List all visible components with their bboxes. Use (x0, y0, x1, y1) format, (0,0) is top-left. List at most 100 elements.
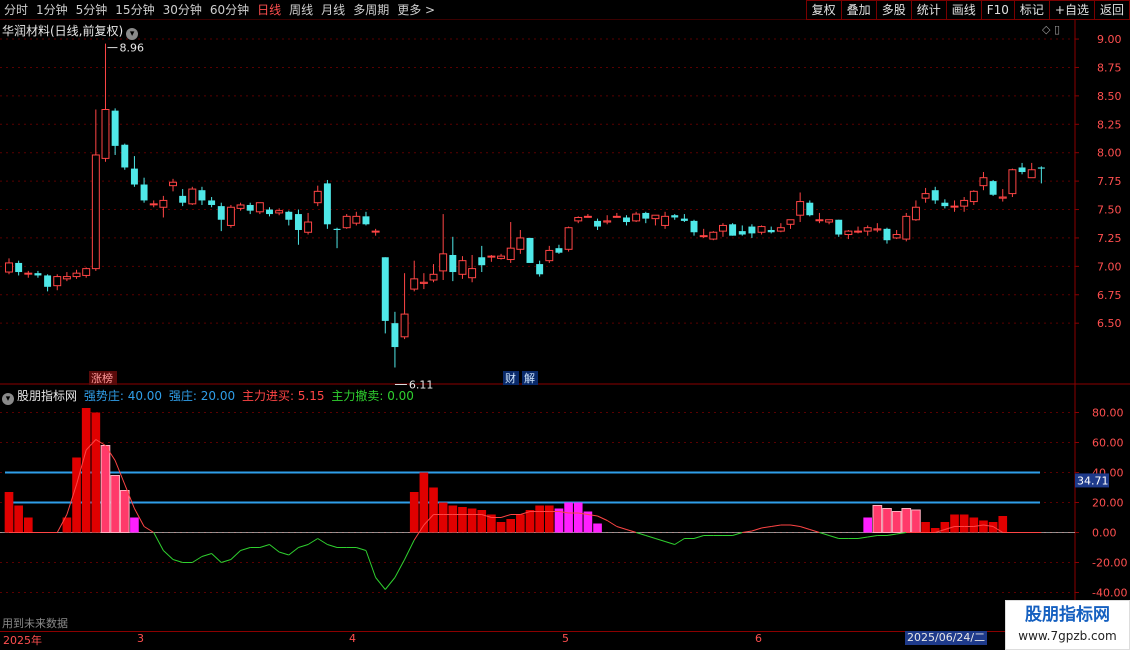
buy-line-segment (790, 524, 801, 527)
candle-body (854, 230, 863, 233)
candle-body (911, 206, 920, 221)
indicator-bar (959, 514, 969, 533)
candle-body (1008, 169, 1017, 195)
candle-body (304, 221, 313, 233)
candle-body (371, 230, 380, 233)
price-tick-label: 7.50 (1097, 204, 1122, 217)
candle-body (642, 212, 650, 219)
indicator-bar (496, 522, 506, 533)
date-label: 6 (755, 632, 762, 645)
candle-body (429, 273, 438, 281)
date-label: 3 (137, 632, 144, 645)
candle-body (555, 248, 563, 253)
candle-body (391, 323, 399, 348)
candle-body (217, 206, 225, 220)
indicator-bar (573, 502, 583, 533)
candle-body (671, 215, 679, 218)
legend-mid: 强庄: 20.00 (168, 389, 236, 403)
buy-line-segment (597, 515, 608, 521)
price-tick-label: 8.75 (1097, 61, 1122, 74)
indicator-bar (979, 520, 988, 533)
panel-icons[interactable]: ◇ ▯ (1042, 23, 1060, 36)
buy-line-segment (240, 547, 251, 551)
chevron-down-icon[interactable]: ▾ (2, 393, 14, 405)
date-label: 4 (349, 632, 356, 645)
candle-body (419, 281, 428, 284)
candle-body (323, 183, 331, 225)
stock-title[interactable]: 华润材料(日线,前复权) ▾ (2, 22, 139, 40)
indicator-bar (81, 408, 91, 533)
buy-line-segment (153, 532, 164, 551)
buy-line-segment (365, 550, 377, 578)
watermark-url: www.7gpzb.com (1018, 629, 1117, 643)
buy-line-segment (288, 547, 299, 556)
candle-body (487, 255, 496, 258)
indicator-bar (863, 517, 873, 533)
candle-body (111, 110, 119, 146)
candle-body (121, 144, 129, 168)
price-tick-label: 8.00 (1097, 147, 1122, 160)
indicator-bar (593, 523, 602, 533)
candle-body (1037, 167, 1045, 169)
stock-title-label: 华润材料(日线,前复权) (2, 24, 124, 38)
buy-line-segment (857, 536, 868, 539)
candle-body (410, 278, 419, 290)
candle-body (1018, 167, 1026, 173)
candle-body (333, 228, 341, 230)
candle-body (796, 201, 805, 216)
buy-line-segment (269, 544, 280, 553)
candle-body (989, 181, 997, 195)
buy-line-segment (664, 541, 675, 545)
indicator-bar (882, 508, 892, 533)
buy-line-segment (327, 544, 338, 548)
kline-chart[interactable]: 9.00 8.75 8.50 8.25 8.00 7.75 7.50 7.25 7.00 6.75… (0, 0, 1130, 650)
price-tick-label: 7.25 (1097, 232, 1122, 245)
indicator-tick-label: 0.00 (1092, 527, 1117, 540)
chevron-down-icon[interactable]: ▾ (126, 28, 139, 40)
candle-body (969, 190, 978, 203)
current-value-label: 34.71 (1077, 474, 1109, 487)
candle-body (478, 257, 486, 266)
indicator-bar (988, 522, 998, 533)
indicator-bar (4, 492, 14, 533)
indicator-bar (438, 502, 448, 533)
buy-line-segment (298, 544, 309, 548)
indicator-header[interactable]: ▾ 股朋指标网 强势庄: 40.00 强庄: 20.00 主力进买: 5.15 主… (2, 387, 414, 405)
candle-body (381, 257, 389, 321)
candle-body (5, 262, 13, 273)
buy-line-segment (356, 547, 367, 551)
candle-body (536, 264, 544, 275)
buy-line-segment (201, 553, 212, 557)
buy-line-segment (886, 533, 897, 536)
candle-body (998, 196, 1007, 199)
indicator-bar (516, 514, 525, 533)
buy-line-segment (616, 526, 627, 530)
buy-line-segment (771, 524, 781, 527)
candle-body (931, 190, 939, 201)
buy-line-segment (828, 535, 839, 539)
candle-body (709, 231, 718, 240)
buy-line-segment (384, 577, 396, 590)
candle-body (62, 276, 71, 280)
buy-line-segment (192, 556, 203, 563)
indicator-bar (419, 472, 429, 533)
candle-body (632, 213, 641, 222)
candle-body (825, 219, 834, 223)
candle-body (892, 234, 901, 239)
candle-body (806, 202, 814, 216)
indicator-bar (921, 522, 930, 533)
buy-line-segment (500, 514, 511, 518)
price-tick-label: 8.25 (1097, 118, 1122, 131)
indicator-bar (477, 510, 487, 533)
candle-body (883, 228, 891, 241)
indicator-bar (535, 505, 544, 533)
candle-body (564, 227, 573, 250)
candle-body (835, 219, 843, 235)
legend-buy: 主力进买: 5.15 (241, 389, 325, 403)
indicator-bar (110, 475, 120, 533)
date-label: 2025年 (3, 634, 42, 647)
buy-line-segment (751, 527, 762, 532)
buy-line-segment (645, 535, 656, 539)
buy-line-segment (761, 526, 772, 529)
buy-line-segment (230, 550, 241, 560)
